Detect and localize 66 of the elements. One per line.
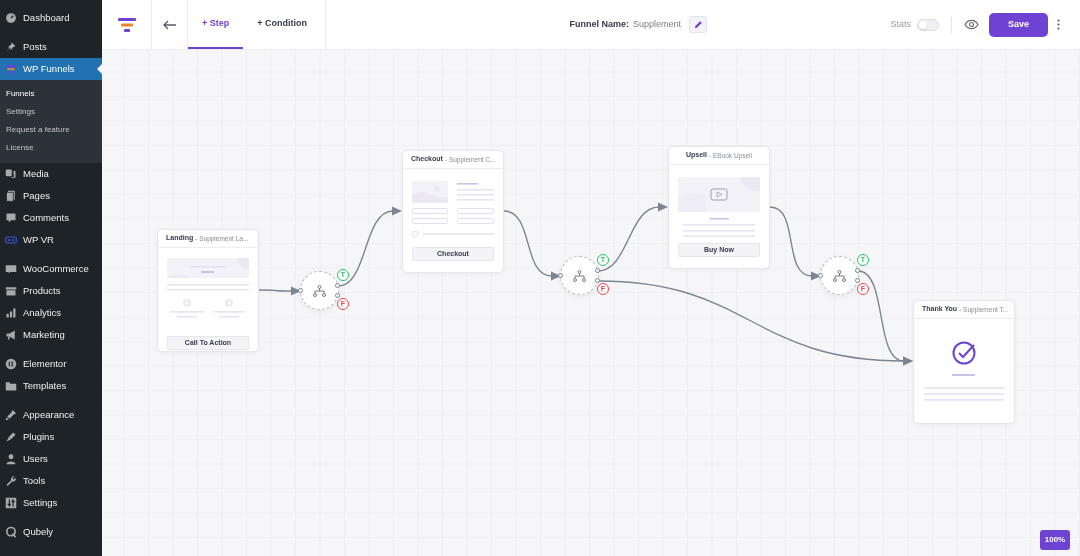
eye-icon: [964, 19, 979, 30]
speech-bubble-icon: [5, 212, 17, 224]
more-button[interactable]: [1057, 19, 1060, 30]
sidebar-item[interactable]: Appearance: [0, 404, 102, 426]
megaphone-icon: [5, 329, 17, 341]
sidebar-item[interactable]: Users: [0, 448, 102, 470]
connector-arrow: [597, 202, 668, 272]
media-icon: [5, 168, 17, 180]
stats-label: Stats: [890, 17, 911, 31]
sidebar-item[interactable]: WooCommerce: [0, 258, 102, 280]
stats-toggle[interactable]: [917, 18, 939, 31]
pages-icon: [5, 190, 17, 202]
bar-chart-icon: [5, 307, 17, 319]
sidebar-item[interactable]: Analytics: [0, 302, 102, 324]
submenu-item[interactable]: Request a feature: [0, 121, 102, 139]
sidebar-item[interactable]: Comments: [0, 207, 102, 229]
sidebar-item[interactable]: WP VR: [0, 229, 102, 251]
sidebar-item[interactable]: Qubely: [0, 521, 102, 543]
plug-icon: [5, 431, 17, 443]
sidebar-item[interactable]: Posts: [0, 36, 102, 58]
back-arrow-icon: [162, 19, 177, 30]
sidebar-item[interactable]: Pages: [0, 185, 102, 207]
pin-icon: [5, 41, 17, 53]
funnel-icon: [5, 63, 17, 75]
circle-e-icon: [5, 358, 17, 370]
connector-arrow: [258, 286, 301, 296]
sidebar-item[interactable]: Products: [0, 280, 102, 302]
wrench-icon: [5, 475, 17, 487]
connection-port[interactable]: [558, 273, 563, 278]
funnel-name-label: Funnel Name:: [569, 17, 629, 31]
sliders-icon: [5, 497, 17, 509]
folder-icon: [5, 380, 17, 392]
connection-port[interactable]: [298, 288, 303, 293]
sidebar-item[interactable]: Templates: [0, 375, 102, 397]
sidebar-item[interactable]: Settings: [0, 492, 102, 514]
q-logo-icon: [5, 526, 17, 538]
zoom-level-button[interactable]: 100%: [1040, 530, 1070, 550]
sidebar-item[interactable]: WP Funnels: [0, 58, 102, 80]
gauge-icon: [5, 12, 17, 24]
sidebar-item[interactable]: Tools: [0, 470, 102, 492]
more-vertical-icon: [1057, 19, 1060, 30]
save-button[interactable]: Save: [989, 12, 1048, 37]
branch-icon: [573, 269, 586, 282]
preview-button[interactable]: [964, 19, 979, 30]
connector-arrow: [503, 210, 561, 281]
sidebar-item[interactable]: Elementor: [0, 353, 102, 375]
connection-port[interactable]: [818, 273, 823, 278]
submenu-item[interactable]: Funnels: [0, 85, 102, 103]
funnel-name: Supplement: [633, 17, 682, 31]
branch-icon: [833, 269, 846, 282]
sidebar-item[interactable]: Media: [0, 163, 102, 185]
submenu-item[interactable]: Settings: [0, 103, 102, 121]
branch-icon: [313, 284, 326, 297]
funnel-logo-icon: [117, 16, 136, 33]
user-icon: [5, 453, 17, 465]
box-icon: [5, 285, 17, 297]
vr-headset-icon: [5, 234, 17, 246]
store-bubble-icon: [5, 263, 17, 275]
tab[interactable]: + Condition: [243, 0, 321, 49]
pencil-icon: [693, 20, 703, 29]
sidebar-item[interactable]: Plugins: [0, 426, 102, 448]
edit-button[interactable]: [689, 16, 708, 33]
sidebar-item[interactable]: Dashboard: [0, 7, 102, 29]
submenu-item[interactable]: License: [0, 139, 102, 157]
sidebar-item[interactable]: Marketing: [0, 324, 102, 346]
brush-icon: [5, 409, 17, 421]
